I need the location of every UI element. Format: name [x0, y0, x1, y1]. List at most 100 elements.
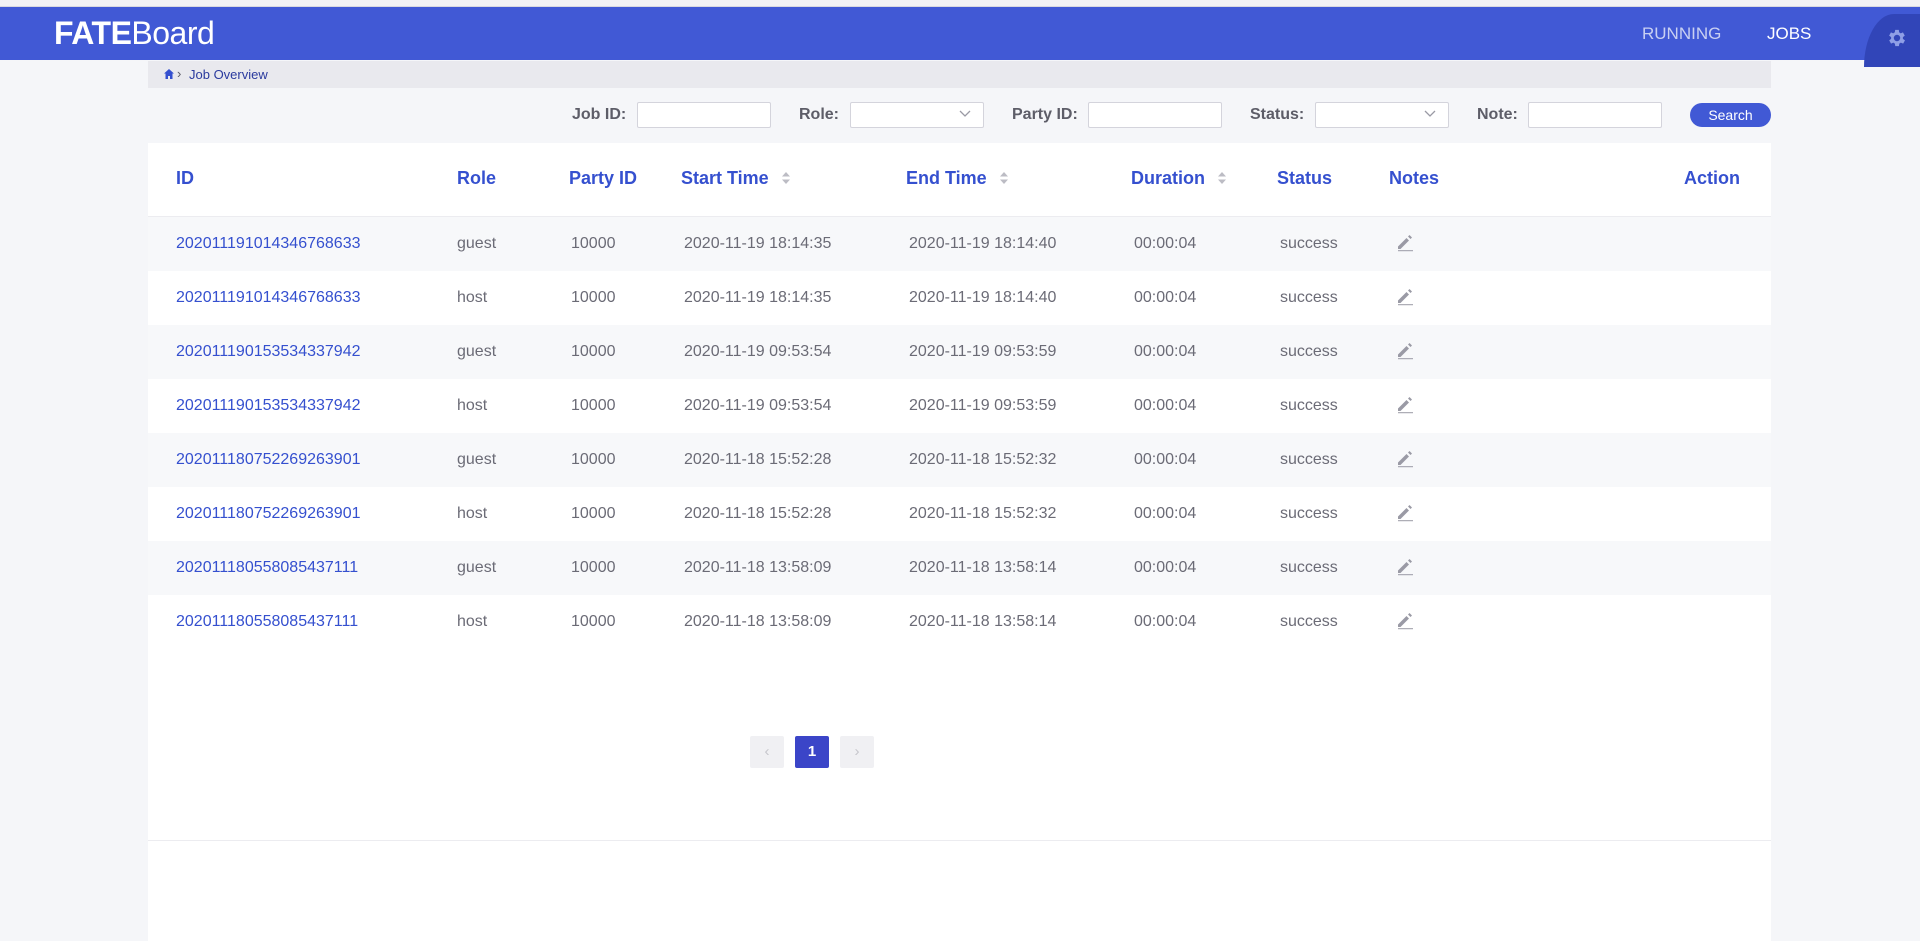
cell-status: success — [1280, 451, 1338, 468]
sort-icon[interactable] — [1217, 171, 1227, 185]
column-header-duration: Duration — [1131, 168, 1205, 188]
chevron-down-icon — [1424, 110, 1436, 117]
table-row: 202011180752269263901 host 10000 2020-11-18… — [148, 487, 1771, 541]
pagination-prev-button[interactable]: ‹ — [750, 736, 784, 768]
party-id-label: Party ID: — [1012, 106, 1078, 123]
cell-duration: 00:00:04 — [1134, 451, 1197, 468]
window-top-strip — [0, 0, 1920, 7]
sort-icon[interactable] — [999, 171, 1009, 185]
job-id-link[interactable]: 202011191014346768633 — [176, 289, 361, 307]
cell-end-time: 2020-11-18 13:58:14 — [909, 613, 1057, 630]
column-header-party-id: Party ID — [569, 168, 638, 188]
search-button[interactable]: Search — [1690, 103, 1771, 127]
cell-end-time: 2020-11-19 09:53:59 — [909, 397, 1057, 414]
table-footer-divider — [148, 840, 1771, 841]
app-logo[interactable]: FATEBoard — [54, 15, 215, 52]
edit-note-icon[interactable] — [1395, 340, 1415, 365]
job-id-link[interactable]: 202011190153534337942 — [176, 397, 361, 415]
role-label: Role: — [799, 106, 839, 123]
cell-start-time: 2020-11-18 13:58:09 — [684, 559, 832, 576]
edit-note-icon[interactable] — [1395, 394, 1415, 419]
job-id-link[interactable]: 202011180558085437111 — [176, 559, 358, 577]
cell-party-id: 10000 — [571, 397, 616, 414]
table-row: 202011180558085437111 guest 10000 2020-11-1… — [148, 541, 1771, 595]
jobs-table: ID Role Party ID Start Time End Time Dur… — [148, 143, 1771, 941]
sort-icon[interactable] — [781, 171, 791, 185]
job-id-link[interactable]: 202011191014346768633 — [176, 235, 361, 253]
nav-jobs[interactable]: JOBS — [1767, 24, 1811, 44]
pagination-next-button[interactable]: › — [840, 736, 874, 768]
breadcrumb: › Job Overview — [148, 61, 1771, 88]
note-input[interactable] — [1528, 102, 1662, 128]
note-label: Note: — [1477, 106, 1518, 123]
edit-note-icon[interactable] — [1395, 448, 1415, 473]
cell-duration: 00:00:04 — [1134, 289, 1197, 306]
cell-party-id: 10000 — [571, 613, 616, 630]
job-id-link[interactable]: 202011180752269263901 — [176, 451, 361, 469]
cell-role: host — [457, 289, 488, 306]
edit-note-icon[interactable] — [1395, 610, 1415, 635]
cell-role: host — [457, 505, 488, 522]
cell-end-time: 2020-11-19 09:53:59 — [909, 343, 1057, 360]
cell-status: success — [1280, 235, 1338, 252]
role-select[interactable] — [850, 102, 984, 128]
cell-role: host — [457, 397, 488, 414]
job-id-label: Job ID: — [572, 106, 627, 123]
table-row: 202011190153534337942 host 10000 2020-11-19… — [148, 379, 1771, 433]
cell-status: success — [1280, 343, 1338, 360]
cell-party-id: 10000 — [571, 451, 616, 468]
chevron-down-icon — [959, 110, 971, 117]
cell-party-id: 10000 — [571, 559, 616, 576]
job-id-link[interactable]: 202011180752269263901 — [176, 505, 361, 523]
job-id-link[interactable]: 202011190153534337942 — [176, 343, 361, 361]
cell-role: guest — [457, 451, 497, 468]
cell-start-time: 2020-11-18 15:52:28 — [684, 451, 832, 468]
edit-note-icon[interactable] — [1395, 502, 1415, 527]
status-select[interactable] — [1315, 102, 1449, 128]
table-row: 202011191014346768633 guest 10000 2020-11-1… — [148, 217, 1771, 271]
table-row: 202011180752269263901 guest 10000 2020-11-1… — [148, 433, 1771, 487]
column-header-start-time: Start Time — [681, 168, 769, 188]
cell-party-id: 10000 — [571, 235, 616, 252]
cell-party-id: 10000 — [571, 505, 616, 522]
edit-note-icon[interactable] — [1395, 286, 1415, 311]
cell-role: guest — [457, 559, 497, 576]
pagination-page-1[interactable]: 1 — [795, 736, 829, 768]
cell-party-id: 10000 — [571, 289, 616, 306]
edit-note-icon[interactable] — [1395, 232, 1415, 257]
cell-end-time: 2020-11-18 15:52:32 — [909, 505, 1057, 522]
cell-end-time: 2020-11-18 15:52:32 — [909, 451, 1057, 468]
table-row: 202011190153534337942 guest 10000 2020-11-1… — [148, 325, 1771, 379]
party-id-input[interactable] — [1088, 102, 1222, 128]
cell-duration: 00:00:04 — [1134, 397, 1197, 414]
breadcrumb-current: Job Overview — [189, 67, 268, 82]
cell-party-id: 10000 — [571, 343, 616, 360]
settings-button[interactable] — [1864, 14, 1920, 67]
top-navbar: FATEBoard RUNNING JOBS — [0, 7, 1920, 67]
table-row: 202011180558085437111 host 10000 2020-11-18… — [148, 595, 1771, 649]
cell-end-time: 2020-11-18 13:58:14 — [909, 559, 1057, 576]
table-row: 202011191014346768633 host 10000 2020-11-19… — [148, 271, 1771, 325]
cell-start-time: 2020-11-18 13:58:09 — [684, 613, 832, 630]
column-header-action: Action — [1684, 168, 1740, 188]
cell-start-time: 2020-11-19 09:53:54 — [684, 397, 832, 414]
column-header-end-time: End Time — [906, 168, 987, 188]
job-id-link[interactable]: 202011180558085437111 — [176, 613, 358, 631]
cell-role: guest — [457, 235, 497, 252]
column-header-duration-wrap[interactable]: Duration — [1131, 168, 1227, 189]
column-header-start-time-wrap[interactable]: Start Time — [681, 168, 791, 189]
cell-status: success — [1280, 559, 1338, 576]
cell-start-time: 2020-11-19 18:14:35 — [684, 235, 832, 252]
nav-running[interactable]: RUNNING — [1642, 24, 1721, 44]
cell-status: success — [1280, 397, 1338, 414]
cell-role: guest — [457, 343, 497, 360]
column-header-end-time-wrap[interactable]: End Time — [906, 168, 1009, 189]
cell-duration: 00:00:04 — [1134, 505, 1197, 522]
column-header-id: ID — [176, 168, 194, 188]
cell-duration: 00:00:04 — [1134, 235, 1197, 252]
cell-end-time: 2020-11-19 18:14:40 — [909, 289, 1057, 306]
cell-start-time: 2020-11-19 09:53:54 — [684, 343, 832, 360]
edit-note-icon[interactable] — [1395, 556, 1415, 581]
job-id-input[interactable] — [637, 102, 771, 128]
home-icon[interactable] — [163, 68, 175, 80]
